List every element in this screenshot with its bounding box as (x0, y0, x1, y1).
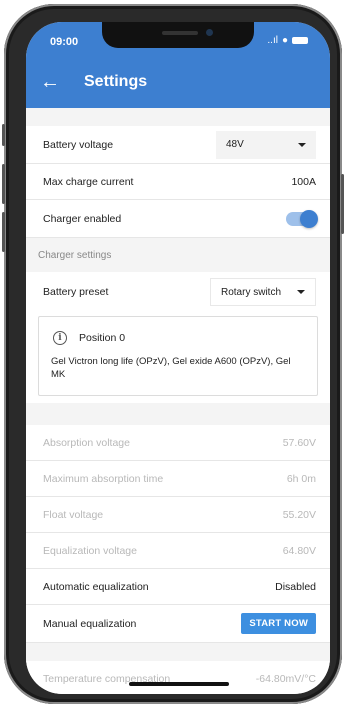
max-charge-current-value: 100A (291, 175, 316, 188)
absorption-voltage-row: Absorption voltage 57.60V (26, 425, 330, 461)
toggle-knob (300, 209, 318, 228)
absorption-voltage-value: 57.60V (282, 436, 316, 449)
battery-icon (292, 37, 308, 44)
front-camera (206, 29, 213, 36)
status-time: 09:00 (50, 36, 79, 48)
automatic-equalization-label: Automatic equalization (43, 580, 149, 593)
float-voltage-row: Float voltage 55.20V (26, 497, 330, 533)
speaker (162, 31, 198, 35)
volume-down-button (2, 212, 5, 252)
automatic-equalization-row[interactable]: Automatic equalization Disabled (26, 569, 330, 605)
signal-icon: ..ıl (267, 35, 278, 46)
info-circle-icon: i (53, 331, 67, 345)
phone-frame: 09:00 ..ıl ● ← Settings Battery voltage … (2, 4, 344, 704)
float-voltage-value: 55.20V (282, 508, 316, 521)
caret-down-icon (297, 290, 305, 294)
absorption-voltage-label: Absorption voltage (43, 436, 130, 449)
preset-position-title: Position 0 (79, 332, 126, 344)
notch (102, 22, 254, 48)
max-absorption-time-label: Maximum absorption time (43, 472, 164, 485)
preset-info-area: i Position 0 Gel Victron long life (OPzV… (26, 316, 330, 403)
battery-preset-select[interactable]: Rotary switch (210, 278, 316, 306)
max-absorption-time-value: 6h 0m (286, 472, 316, 485)
home-indicator[interactable] (129, 682, 229, 686)
charger-enabled-row: Charger enabled (26, 200, 330, 238)
temperature-compensation-value: -64.80mV/°C (255, 673, 316, 685)
battery-voltage-label: Battery voltage (43, 138, 114, 151)
status-icons: ..ıl ● (267, 35, 308, 46)
app-bar: 09:00 ..ıl ● ← Settings (26, 22, 330, 108)
start-now-button[interactable]: START NOW (241, 613, 316, 634)
screen: 09:00 ..ıl ● ← Settings Battery voltage … (26, 22, 330, 694)
max-charge-current-row[interactable]: Max charge current 100A (26, 164, 330, 200)
battery-preset-value: Rotary switch (221, 286, 282, 298)
volume-up-button (2, 164, 5, 204)
battery-voltage-value: 48V (226, 139, 244, 150)
caret-down-icon (298, 142, 306, 147)
page-title: Settings (84, 73, 148, 90)
max-absorption-time-row: Maximum absorption time 6h 0m (26, 461, 330, 497)
max-charge-current-label: Max charge current (43, 175, 134, 188)
mute-switch (2, 124, 5, 146)
charger-enabled-label: Charger enabled (43, 212, 122, 225)
manual-equalization-label: Manual equalization (43, 617, 137, 630)
power-button (341, 174, 344, 234)
battery-voltage-select[interactable]: 48V (216, 130, 316, 159)
manual-equalization-row: Manual equalization START NOW (26, 605, 330, 643)
preset-info-box: i Position 0 Gel Victron long life (OPzV… (38, 316, 318, 396)
float-voltage-label: Float voltage (43, 508, 104, 521)
temperature-compensation-row: Temperature compensation -64.80mV/°C (26, 661, 330, 694)
equalization-voltage-value: 64.80V (282, 544, 316, 557)
equalization-voltage-row: Equalization voltage 64.80V (26, 533, 330, 569)
back-arrow-icon[interactable]: ← (40, 72, 60, 92)
charger-enabled-toggle[interactable] (286, 209, 318, 228)
equalization-voltage-label: Equalization voltage (43, 544, 137, 557)
charger-settings-header: Charger settings (26, 238, 330, 272)
battery-preset-label: Battery preset (43, 286, 109, 298)
battery-preset-row: Battery preset Rotary switch (26, 272, 330, 312)
battery-voltage-row: Battery voltage 48V (26, 126, 330, 164)
automatic-equalization-value: Disabled (275, 580, 316, 593)
preset-description: Gel Victron long life (OPzV), Gel exide … (51, 356, 291, 380)
wifi-icon: ● (281, 35, 288, 46)
section-gap (26, 643, 330, 661)
